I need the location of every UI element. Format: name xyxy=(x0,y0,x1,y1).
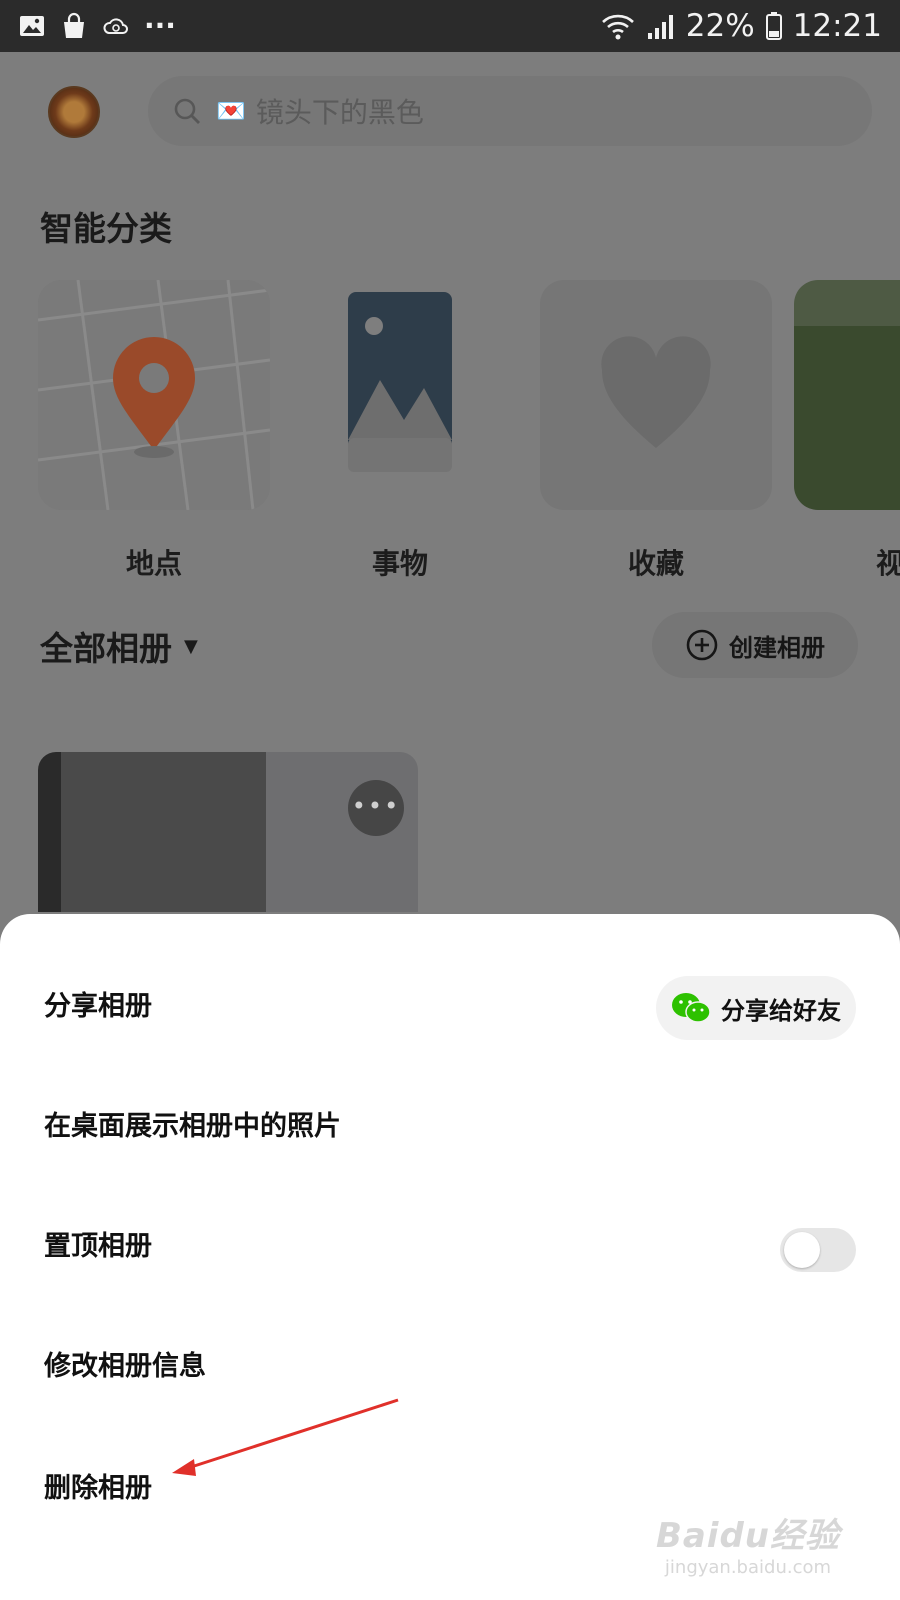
baidu-watermark: Baidu经验 jingyan.baidu.com xyxy=(656,1508,840,1578)
toggle-knob xyxy=(784,1232,820,1268)
cloud-sync-icon xyxy=(103,18,128,34)
pin-album-item[interactable]: 置顶相册 xyxy=(44,1224,152,1263)
envelope-heart-icon: 💌 xyxy=(216,97,246,125)
category-tile-things[interactable] xyxy=(284,280,516,510)
create-album-label: 创建相册 xyxy=(729,633,825,662)
wifi-icon xyxy=(601,14,634,40)
plus-circle-icon xyxy=(686,629,718,661)
battery-percent: 22% xyxy=(685,8,755,44)
search-placeholder: 镜头下的黑色 xyxy=(255,96,424,129)
watermark-sub: jingyan.baidu.com xyxy=(664,1557,832,1578)
clock: 12:21 xyxy=(792,8,882,44)
share-to-friend-button[interactable]: 分享给好友 xyxy=(656,976,856,1040)
pin-album-toggle[interactable] xyxy=(780,1228,856,1272)
search-icon xyxy=(174,98,200,124)
gallery-icon xyxy=(20,16,44,36)
all-albums-title: 全部相册 xyxy=(40,629,172,668)
category-tile-favorites[interactable] xyxy=(540,280,772,510)
shopping-bag-icon xyxy=(64,12,84,38)
search-bar[interactable]: 💌 镜头下的黑色 xyxy=(148,76,872,146)
map-pin-icon xyxy=(38,280,270,510)
avatar[interactable] xyxy=(48,86,100,138)
share-to-friend-label: 分享给好友 xyxy=(721,996,841,1025)
all-albums-dropdown[interactable]: 全部相册 ▼ xyxy=(40,622,198,670)
category-tile-photo[interactable] xyxy=(794,280,900,510)
watermark-main: Baidu经验 xyxy=(655,1516,840,1556)
landscape-icon xyxy=(348,292,452,472)
category-label-favorites: 收藏 xyxy=(627,547,684,580)
battery-icon xyxy=(765,12,782,40)
category-label-video: 视 xyxy=(876,547,900,580)
status-left-icons: ··· xyxy=(18,12,176,40)
category-label-places: 地点 xyxy=(125,547,182,580)
delete-album-item[interactable]: 删除相册 xyxy=(44,1466,152,1505)
edit-album-info-item[interactable]: 修改相册信息 xyxy=(44,1344,206,1383)
signal-icon xyxy=(647,15,673,39)
dropdown-arrow-icon: ▼ xyxy=(184,635,198,657)
smart-categories-title: 智能分类 xyxy=(40,209,172,248)
share-album-item[interactable]: 分享相册 xyxy=(44,984,152,1023)
more-dots-icon: ··· xyxy=(144,9,176,42)
wechat-icon xyxy=(672,993,711,1023)
heart-icon xyxy=(601,336,711,448)
create-album-button[interactable]: 创建相册 xyxy=(652,612,858,678)
show-on-desktop-item[interactable]: 在桌面展示相册中的照片 xyxy=(44,1104,341,1143)
category-tile-places[interactable] xyxy=(38,280,270,510)
album-options-sheet: 分享相册 分享给好友 在桌面展示相册中的照片 置顶相册 修改相册信息 删除相册 … xyxy=(0,914,900,1600)
album-more-button[interactable]: ••• xyxy=(348,780,404,836)
status-right: 22% 12:21 xyxy=(600,8,882,44)
category-label-things: 事物 xyxy=(371,547,428,580)
status-bar: ··· 22% 12:21 xyxy=(0,0,900,52)
